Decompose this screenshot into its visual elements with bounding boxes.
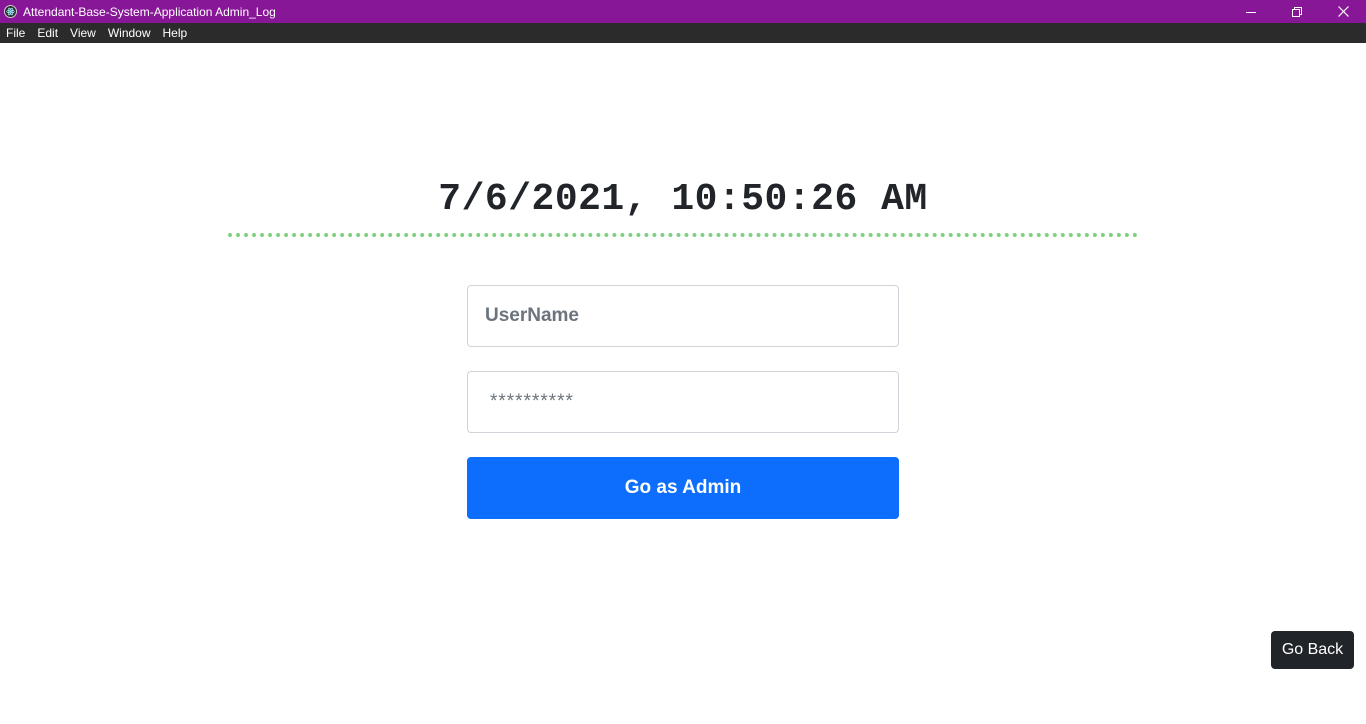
window-title: Attendant-Base-System-Application Admin_… (23, 4, 276, 19)
menu-window[interactable]: Window (102, 23, 157, 43)
username-input[interactable]: UserName (467, 285, 899, 347)
username-input-value: UserName (485, 305, 579, 326)
restore-icon (1292, 6, 1302, 17)
close-button[interactable] (1320, 0, 1366, 23)
menu-view[interactable]: View (64, 23, 102, 43)
menu-file[interactable]: File (0, 23, 31, 43)
menu-bar: File Edit View Window Help (0, 23, 1366, 43)
close-icon (1337, 6, 1349, 17)
password-input[interactable]: ********** (467, 371, 899, 433)
menu-edit[interactable]: Edit (31, 23, 64, 43)
window-titlebar: Attendant-Base-System-Application Admin_… (0, 0, 1366, 23)
go-back-button[interactable]: Go Back (1271, 631, 1354, 669)
app-icon (4, 5, 17, 18)
restore-button[interactable] (1274, 0, 1320, 23)
password-input-value: ********** (490, 391, 574, 412)
clock-dotted-divider (228, 233, 1138, 237)
minimize-button[interactable] (1228, 0, 1274, 23)
go-as-admin-button[interactable]: Go as Admin (467, 457, 899, 519)
minimize-icon (1246, 11, 1256, 13)
datetime-clock: 7/6/2021, 10:50:26 AM (438, 178, 928, 221)
menu-help[interactable]: Help (157, 23, 194, 43)
window-controls (1228, 0, 1366, 23)
